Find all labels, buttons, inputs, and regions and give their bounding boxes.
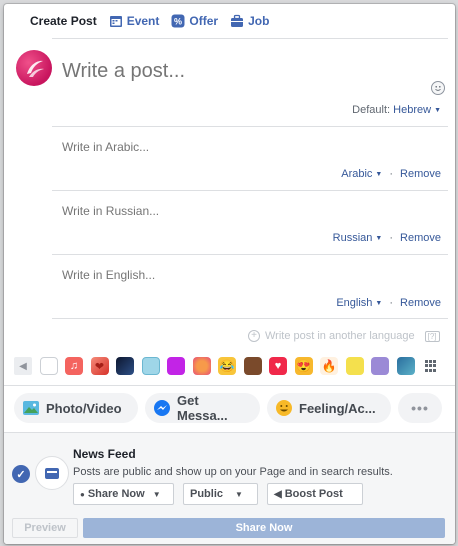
divider xyxy=(52,254,448,255)
plus-icon: + xyxy=(248,330,260,342)
background-swatch[interactable]: ❤ xyxy=(90,357,109,375)
remove-link[interactable]: Remove xyxy=(400,297,441,309)
background-swatch[interactable]: 😂 xyxy=(218,357,236,375)
tab-job[interactable]: Job xyxy=(230,4,269,38)
divider xyxy=(4,385,455,386)
photo-icon xyxy=(22,399,40,417)
divider xyxy=(52,318,448,319)
background-swatch[interactable] xyxy=(345,357,364,375)
background-swatch[interactable] xyxy=(116,357,134,375)
briefcase-icon xyxy=(230,14,244,28)
translation-input-english[interactable] xyxy=(62,266,402,284)
photo-video-label: Photo/Video xyxy=(46,400,122,416)
page-avatar xyxy=(16,50,52,86)
background-swatch[interactable] xyxy=(141,357,160,375)
translation-input-russian[interactable] xyxy=(62,202,402,220)
news-feed-icon xyxy=(35,456,69,490)
clock-icon: ● xyxy=(80,489,85,499)
background-swatch[interactable] xyxy=(167,357,185,375)
background-swatch[interactable]: 🔥 xyxy=(320,357,338,375)
divider xyxy=(52,190,448,191)
news-feed-description: Posts are public and show up on your Pag… xyxy=(73,466,393,478)
default-language-row: Default: Hebrew ▼ xyxy=(352,104,441,116)
translation-controls: Russian ▼ · Remove xyxy=(332,232,441,244)
composer-actions: Photo/Video Get Messa... Feeling/Ac... •… xyxy=(14,393,449,423)
post-input[interactable] xyxy=(62,56,412,86)
divider xyxy=(52,126,448,127)
background-swatch[interactable]: ♫ xyxy=(65,357,83,375)
tab-label: Offer xyxy=(189,14,219,28)
default-language-select[interactable]: Hebrew xyxy=(393,104,431,116)
chevron-down-icon: ▼ xyxy=(375,234,383,242)
feeling-activity-label: Feeling/Ac... xyxy=(299,400,376,416)
get-messages-button[interactable]: Get Messa... xyxy=(145,393,260,423)
tab-event[interactable]: Event xyxy=(109,4,160,38)
share-now-dropdown[interactable]: ● Share Now ▼ xyxy=(73,483,174,505)
background-swatch[interactable]: 😍 xyxy=(294,357,313,375)
chevron-down-icon: ▼ xyxy=(375,299,383,307)
language-select[interactable]: English xyxy=(336,297,372,309)
grid-icon[interactable] xyxy=(422,357,440,375)
tab-create-post[interactable]: Create Post xyxy=(30,4,97,38)
translation-input-arabic[interactable] xyxy=(62,138,402,156)
more-icon: ••• xyxy=(411,400,429,416)
chevron-down-icon: ▼ xyxy=(235,489,243,499)
chevron-down-icon: ▼ xyxy=(152,489,161,499)
chevron-down-icon: ▼ xyxy=(375,170,383,178)
svg-text:%: % xyxy=(174,17,182,27)
messenger-icon xyxy=(153,399,171,417)
background-swatch[interactable] xyxy=(243,357,262,375)
language-select[interactable]: Arabic xyxy=(341,168,372,180)
distribution-footer: ✓ News Feed Posts are public and show up… xyxy=(4,432,455,544)
help-icon[interactable]: [?] xyxy=(424,330,440,342)
photo-video-button[interactable]: Photo/Video xyxy=(14,393,138,423)
offer-tag-icon: % xyxy=(171,14,185,28)
get-messages-label: Get Messa... xyxy=(177,393,228,423)
audience-label: Public xyxy=(190,488,224,500)
add-language-link[interactable]: + Write post in another language [?] xyxy=(248,330,440,342)
audience-dropdown[interactable]: Public ▼ xyxy=(183,483,258,505)
tab-label: Create Post xyxy=(30,14,97,28)
background-swatch[interactable] xyxy=(371,357,389,375)
default-label: Default: xyxy=(352,104,391,116)
chevron-down-icon: ▼ xyxy=(434,106,441,114)
boost-post-label: Boost Post xyxy=(284,488,343,500)
tab-label: Job xyxy=(248,14,270,28)
preview-button[interactable]: Preview xyxy=(12,518,78,538)
background-swatch[interactable] xyxy=(396,357,415,375)
create-post-dialog: Create Post Event % Offer Job Default xyxy=(4,4,455,544)
add-language-label: Write post in another language xyxy=(265,330,415,342)
background-swatch[interactable]: ♥ xyxy=(269,357,287,375)
remove-link[interactable]: Remove xyxy=(400,232,441,244)
remove-link[interactable]: Remove xyxy=(400,168,441,180)
background-picker: ◀ ♫ ❤ 😂 ♥ 😍 🔥 xyxy=(14,355,448,377)
background-swatch[interactable] xyxy=(39,357,58,375)
background-swatch[interactable] xyxy=(192,357,211,375)
chevron-left-icon[interactable]: ◀ xyxy=(14,357,32,375)
calendar-icon xyxy=(109,14,123,28)
divider xyxy=(52,38,448,39)
share-now-label: Share Now xyxy=(87,488,145,500)
checkmark-icon[interactable]: ✓ xyxy=(12,465,30,483)
boost-post-button[interactable]: ◀ Boost Post xyxy=(267,483,363,505)
tab-offer[interactable]: % Offer xyxy=(171,4,218,38)
tab-label: Event xyxy=(126,14,160,28)
translation-controls: Arabic ▼ · Remove xyxy=(341,168,441,180)
language-select[interactable]: Russian xyxy=(333,232,373,244)
more-options-button[interactable]: ••• xyxy=(398,393,442,423)
megaphone-icon: ◀ xyxy=(274,488,282,500)
composer-tabs: Create Post Event % Offer Job xyxy=(4,4,455,38)
share-now-button[interactable]: Share Now xyxy=(83,518,445,538)
translation-controls: English ▼ · Remove xyxy=(336,297,441,309)
news-feed-title: News Feed xyxy=(73,447,136,461)
feeling-emoji-icon xyxy=(275,399,293,417)
emoji-icon[interactable] xyxy=(431,81,445,95)
feeling-activity-button[interactable]: Feeling/Ac... xyxy=(267,393,391,423)
